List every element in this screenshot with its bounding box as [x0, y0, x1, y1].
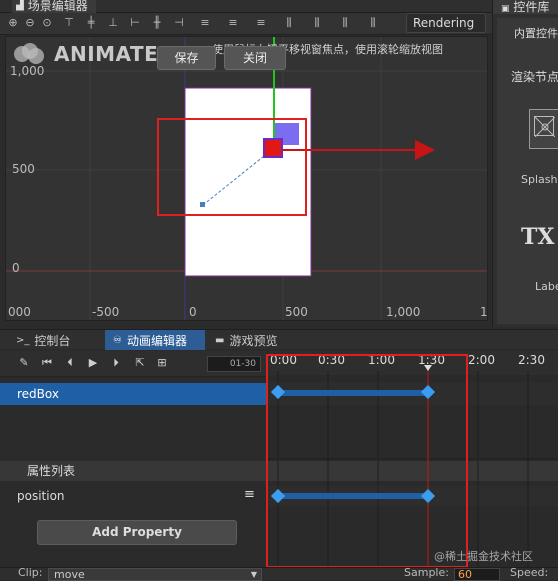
x-tick-1000: 1,000 — [386, 305, 421, 319]
tab-widget-library[interactable]: ▣ 控件库 — [493, 0, 558, 14]
label-widget-label: Label — [535, 280, 558, 293]
sample-input[interactable]: 60 — [454, 568, 500, 581]
scene-editor-tab-label: 场景编辑器 — [27, 0, 88, 13]
clip-status-bar: Clip: move ▼ Sample: 60 Speed: — [0, 566, 558, 581]
zoom-reset-icon[interactable]: ⊙ — [40, 16, 54, 30]
distribute-bottom-icon[interactable]: ≡ — [254, 16, 268, 30]
widget-library-body: 内置控件 渲染节点 Splash TX Label — [497, 18, 558, 324]
save-button[interactable]: 保存 — [157, 46, 216, 70]
property-row-position[interactable]: position — [0, 486, 267, 506]
scene-highlight-box — [157, 118, 307, 216]
tab-animation-editor-label: 动画编辑器 — [126, 333, 187, 348]
y-tick-0: 0 — [12, 261, 20, 275]
add-keyframe-icon[interactable]: ⊞ — [155, 356, 169, 370]
distribute-hcenter-icon[interactable]: ⫼ — [310, 16, 324, 30]
sample-label: Sample: — [404, 566, 449, 579]
animate-logo: ANIMATE — [14, 42, 158, 66]
tab-scene-editor[interactable]: ▟ 场景编辑器 — [12, 0, 96, 13]
distribute-vcenter-icon[interactable]: ≡ — [226, 16, 240, 30]
speed-label: Speed: — [510, 566, 549, 579]
clip-select[interactable]: move ▼ — [48, 568, 262, 581]
first-frame-icon[interactable]: ⏮ — [40, 356, 54, 370]
align-vcenter-icon[interactable]: ╪ — [84, 16, 98, 30]
distribute-left-icon[interactable]: ⫼ — [282, 16, 296, 30]
splash-widget[interactable] — [529, 109, 558, 149]
timeline-highlight-box — [266, 354, 468, 568]
scene-editor-tabbar: ▟ 场景编辑器 — [0, 0, 492, 13]
console-icon: >_ — [16, 334, 30, 346]
distribute-top-icon[interactable]: ≡ — [198, 16, 212, 30]
animation-toolbar: ✎ ⏮ ⏴ ▶ ⏵ ⇱ ⊞ 01-30 — [0, 351, 267, 377]
y-tick-1000: 1,000 — [10, 64, 45, 78]
export-icon[interactable]: ⇱ — [133, 356, 147, 370]
x-tick-neg500: -500 — [92, 305, 120, 319]
tab-game-preview-label: 游戏预览 — [229, 333, 278, 348]
y-tick-500: 500 — [12, 162, 35, 176]
play-icon[interactable]: ▶ — [86, 356, 100, 370]
x-tick-neg1000: 000 — [8, 305, 31, 319]
widget-library-icon: ▣ — [501, 4, 510, 14]
animate-logo-text: ANIMATE — [54, 42, 159, 66]
scene-editor-icon: ▟ — [16, 0, 24, 11]
tab-console[interactable]: >_ 控制台 — [8, 330, 78, 350]
distribute-extra-icon[interactable]: ⫼ — [366, 16, 380, 30]
prev-frame-icon[interactable]: ⏴ — [63, 356, 77, 370]
align-hcenter-icon[interactable]: ╫ — [150, 16, 164, 30]
clip-label: Clip: — [18, 566, 43, 579]
clip-value: move — [54, 568, 85, 581]
tl-tick-200: 2:00 — [468, 353, 495, 367]
zoom-out-icon[interactable]: ⊖ — [23, 16, 37, 30]
align-top-icon[interactable]: ⊤ — [62, 16, 76, 30]
add-property-button[interactable]: Add Property — [37, 520, 237, 545]
align-bottom-icon[interactable]: ⊥ — [106, 16, 120, 30]
watermark: @稀土掘金技术社区 — [434, 550, 533, 563]
hamburger-menu-icon[interactable]: ≡ — [244, 488, 256, 502]
animation-icon: ♾ — [113, 334, 122, 346]
x-tick-1500: 1 — [480, 305, 488, 319]
rendering-label: Rendering — [413, 16, 475, 30]
edit-icon[interactable]: ✎ — [17, 356, 31, 370]
x-tick-500: 500 — [285, 305, 308, 319]
x-tick-0: 0 — [189, 305, 197, 319]
property-list-header: 属性列表 — [0, 461, 267, 481]
rendering-select[interactable]: Rendering — [406, 13, 486, 33]
widget-library-tab-label: 控件库 — [513, 0, 550, 14]
bottom-tabbar: >_ 控制台 ♾ 动画编辑器 ▬ 游戏预览 — [0, 329, 558, 350]
animate-logo-icon — [14, 43, 46, 65]
tl-tick-230: 2:30 — [518, 353, 545, 367]
distribute-right-icon[interactable]: ⫼ — [338, 16, 352, 30]
builtin-widgets-label: 内置控件 — [514, 27, 558, 40]
tab-console-label: 控制台 — [34, 333, 71, 348]
align-right-icon[interactable]: ⊣ — [172, 16, 186, 30]
close-button[interactable]: 关闭 — [224, 46, 286, 70]
splash-icon — [534, 116, 556, 138]
align-left-icon[interactable]: ⊢ — [128, 16, 142, 30]
splash-label: Splash — [521, 173, 558, 186]
render-node-label: 渲染节点 — [511, 70, 558, 84]
scene-toolbar: ⊕ ⊖ ⊙ ⊤ ╪ ⊥ ⊢ ╫ ⊣ ≡ ≡ ≡ ⫼ ⫼ ⫼ ⫼ Renderin… — [0, 13, 492, 35]
frame-range-input[interactable]: 01-30 — [207, 356, 261, 372]
chevron-down-icon: ▼ — [250, 570, 257, 579]
preview-icon: ▬ — [215, 334, 225, 346]
tab-animation-editor[interactable]: ♾ 动画编辑器 — [105, 330, 205, 350]
node-row-redbox[interactable]: redBox — [0, 383, 267, 405]
widget-library-panel: ▣ 控件库 内置控件 渲染节点 Splash TX Label — [492, 0, 558, 327]
tab-game-preview[interactable]: ▬ 游戏预览 — [207, 330, 285, 350]
next-frame-icon[interactable]: ⏵ — [109, 356, 123, 370]
zoom-in-icon[interactable]: ⊕ — [6, 16, 20, 30]
label-widget-icon[interactable]: TX — [521, 224, 554, 250]
